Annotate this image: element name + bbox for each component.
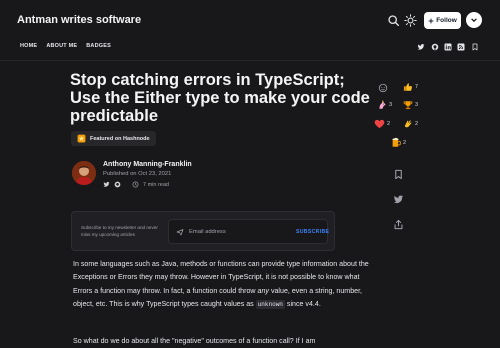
author-name[interactable]: Anthony Manning-Franklin xyxy=(103,161,192,168)
twitter-share-icon[interactable] xyxy=(393,194,404,205)
heart-icon xyxy=(374,119,385,129)
reaction-clap[interactable]: 2 xyxy=(403,119,418,129)
main-nav: HOME ABOUT ME BADGES xyxy=(20,43,111,49)
clock-icon xyxy=(132,181,139,188)
github-icon[interactable] xyxy=(114,181,121,188)
bookmark-icon[interactable] xyxy=(471,43,479,51)
reaction-unicorn[interactable]: 3 xyxy=(377,100,392,110)
bookmark-icon[interactable] xyxy=(393,169,404,180)
header-divider xyxy=(0,60,500,61)
twitter-icon[interactable] xyxy=(103,181,110,188)
site-title[interactable]: Antman writes software xyxy=(17,14,141,26)
reaction-thumbs-up[interactable]: 7 xyxy=(403,82,418,92)
email-field[interactable] xyxy=(189,226,279,238)
twitter-icon[interactable] xyxy=(417,43,425,51)
author-avatar-image xyxy=(72,161,96,185)
add-reaction-button[interactable] xyxy=(378,83,388,93)
github-icon[interactable] xyxy=(431,43,439,51)
trophy-icon xyxy=(403,101,413,110)
newsletter-box: Subscribe to my newsletter and never mis… xyxy=(71,211,335,251)
chevron-down-icon xyxy=(471,18,477,23)
trophy-count: 3 xyxy=(415,102,419,108)
published-date: Published on Oct 23, 2021 xyxy=(103,171,172,177)
follow-label: Follow xyxy=(436,17,457,24)
rss-icon[interactable] xyxy=(457,43,465,51)
plus-icon xyxy=(428,18,434,23)
unicorn-count: 3 xyxy=(389,102,393,108)
newsletter-text: Subscribe to my newsletter and never mis… xyxy=(81,225,158,237)
reaction-trophy[interactable]: 3 xyxy=(403,100,418,110)
top-bar: Antman writes software Follow HOME ABOUT… xyxy=(0,0,500,60)
para1-text-c: since v4.4. xyxy=(284,300,321,309)
featured-badge-label: Featured on Hashnode xyxy=(90,135,150,142)
thumbs-up-icon xyxy=(403,83,412,91)
sun-icon[interactable] xyxy=(404,14,417,27)
article-paragraph-2: So what do we do about all the "negative… xyxy=(73,337,316,345)
thumbs-up-count: 7 xyxy=(415,84,419,90)
article-paragraph-1: In some languages such as Java, methods … xyxy=(73,258,373,312)
read-time: 7 min read xyxy=(143,181,169,188)
para1-emphasis: any xyxy=(257,286,269,295)
search-icon[interactable] xyxy=(387,14,400,27)
nav-item-about-me[interactable]: ABOUT ME xyxy=(46,43,77,49)
unicorn-icon xyxy=(379,100,386,109)
linkedin-icon[interactable] xyxy=(444,43,452,51)
clap-icon xyxy=(404,120,412,128)
newsletter-form: SUBSCRIBE xyxy=(168,219,329,244)
beer-count: 2 xyxy=(403,139,407,146)
inline-code: unknown xyxy=(255,300,285,310)
nav-item-home[interactable]: HOME xyxy=(20,43,37,49)
reaction-beer[interactable]: 2 xyxy=(391,137,406,148)
follow-button[interactable]: Follow xyxy=(424,12,461,29)
featured-badge[interactable]: Featured on Hashnode xyxy=(71,131,156,146)
article-title: Stop catching errors in TypeScript; Use … xyxy=(70,71,370,125)
subscribe-button[interactable]: SUBSCRIBE xyxy=(296,229,329,235)
clap-count: 2 xyxy=(415,121,419,127)
nav-item-badges[interactable]: BADGES xyxy=(86,43,111,49)
share-icon[interactable] xyxy=(393,219,404,230)
profile-menu-button[interactable] xyxy=(466,12,482,28)
send-icon xyxy=(176,229,184,236)
heart-count: 2 xyxy=(387,121,391,127)
author-meta: 7 min read xyxy=(103,181,169,188)
add-reaction-icon xyxy=(378,83,388,93)
reaction-heart[interactable]: 2 xyxy=(374,119,390,129)
beer-icon xyxy=(392,137,401,147)
star-badge-icon xyxy=(77,134,86,143)
author-avatar[interactable] xyxy=(72,161,96,185)
